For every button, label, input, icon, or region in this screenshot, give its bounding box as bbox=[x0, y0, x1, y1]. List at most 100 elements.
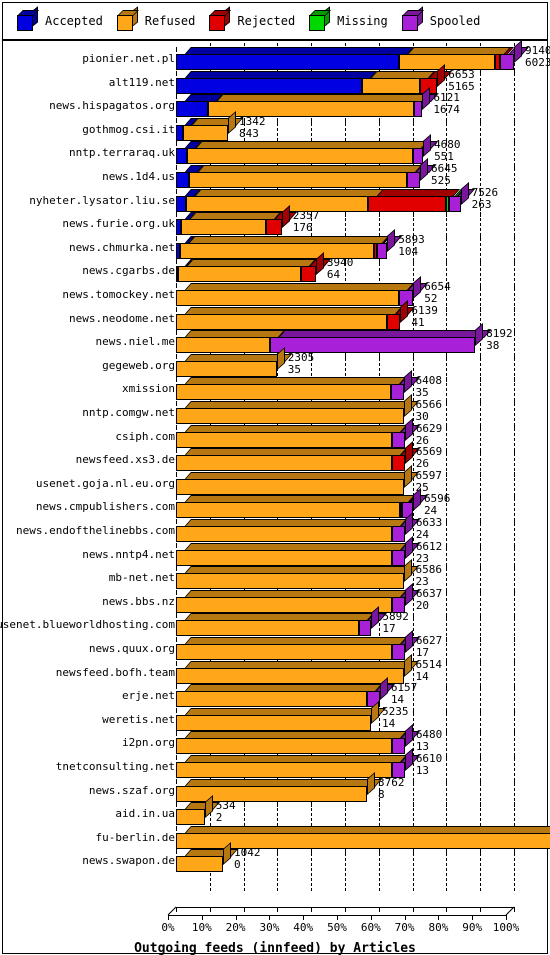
row-tick bbox=[176, 307, 177, 312]
row-tick bbox=[176, 613, 177, 618]
bar-segment bbox=[178, 266, 302, 282]
row-tick bbox=[446, 802, 448, 807]
row-tick bbox=[514, 330, 515, 335]
bar-segment bbox=[176, 573, 405, 589]
row-tick bbox=[176, 802, 177, 807]
row-tick bbox=[514, 94, 515, 99]
bar-value-labels: 6610 13 bbox=[416, 753, 443, 777]
row-tick bbox=[514, 377, 515, 382]
row-tick bbox=[446, 377, 448, 382]
row-tick bbox=[480, 212, 482, 217]
bar-secondary-value: 13 bbox=[415, 764, 430, 777]
row-tick bbox=[480, 236, 482, 241]
bar-segment bbox=[391, 738, 405, 754]
row-tick bbox=[514, 543, 515, 548]
row-tick bbox=[345, 212, 346, 217]
row-tick bbox=[176, 330, 177, 335]
row-tick bbox=[480, 354, 482, 359]
row-tick bbox=[176, 826, 177, 831]
category-label: erje.net bbox=[122, 689, 175, 702]
bar-segment bbox=[398, 54, 496, 70]
bar-end-cap bbox=[514, 40, 522, 63]
bar-value-labels: 6627 17 bbox=[416, 635, 443, 659]
row-tick bbox=[176, 731, 177, 736]
row-tick bbox=[446, 613, 448, 618]
row-tick bbox=[514, 613, 515, 618]
table-row: news.swapon.de 1042 0 bbox=[3, 842, 547, 875]
bar-segment bbox=[176, 738, 392, 754]
row-tick bbox=[480, 613, 482, 618]
category-label: fu-berlin.de bbox=[95, 831, 175, 844]
x-tick bbox=[506, 915, 507, 920]
row-tick bbox=[378, 212, 380, 217]
row-tick bbox=[446, 401, 448, 406]
row-tick bbox=[176, 755, 177, 760]
category-label: nntp.terraraq.uk bbox=[69, 146, 175, 159]
bar-segment bbox=[176, 809, 205, 825]
row-tick bbox=[514, 401, 515, 406]
category-label: news.szaf.org bbox=[88, 784, 175, 797]
row-tick bbox=[480, 94, 482, 99]
row-tick bbox=[514, 472, 515, 477]
row-tick bbox=[446, 779, 448, 784]
row-tick bbox=[176, 377, 177, 382]
row-tick bbox=[480, 731, 482, 736]
rejected-swatch-icon bbox=[209, 6, 232, 31]
category-label: news.cgarbs.de bbox=[82, 264, 175, 277]
row-tick bbox=[480, 637, 482, 642]
row-tick bbox=[446, 849, 448, 854]
row-tick bbox=[514, 661, 515, 666]
bar-value-labels: 6629 26 bbox=[416, 423, 443, 447]
row-tick bbox=[446, 448, 448, 453]
category-label: weretis.net bbox=[102, 713, 175, 726]
x-axis-line-front bbox=[168, 915, 506, 916]
row-tick bbox=[176, 472, 177, 477]
bar-segment bbox=[412, 148, 424, 164]
row-tick bbox=[176, 259, 177, 264]
category-label: i2pn.org bbox=[122, 736, 175, 749]
category-label: alt119.net bbox=[108, 76, 175, 89]
category-label: nntp.comgw.net bbox=[82, 406, 175, 419]
bar-secondary-value: 525 bbox=[431, 174, 451, 187]
row-tick bbox=[412, 118, 414, 123]
bar-segment bbox=[391, 455, 405, 471]
legend-label: Accepted bbox=[45, 14, 103, 28]
row-tick bbox=[412, 779, 414, 784]
row-tick bbox=[446, 755, 448, 760]
row-tick bbox=[514, 802, 515, 807]
bar-segment bbox=[176, 101, 209, 117]
row-tick bbox=[176, 165, 177, 170]
bar-secondary-value: 17 bbox=[382, 622, 396, 635]
bar-value-labels: 6637 20 bbox=[416, 588, 443, 612]
category-label: news.endofthelinebbs.com bbox=[16, 524, 175, 537]
legend-spooled: Spooled bbox=[401, 6, 480, 31]
bar-secondary-value: 6023 bbox=[525, 56, 550, 69]
row-tick bbox=[514, 849, 515, 854]
row-tick bbox=[277, 849, 279, 854]
bar-value-labels: 6121 1674 bbox=[433, 92, 460, 116]
bar-segment bbox=[499, 54, 514, 70]
row-tick bbox=[412, 802, 414, 807]
row-tick bbox=[176, 94, 177, 99]
row-tick bbox=[514, 779, 515, 784]
bar-value-labels: 534 2 bbox=[216, 800, 236, 824]
row-tick bbox=[514, 71, 515, 76]
bar-segment bbox=[176, 526, 392, 542]
row-tick bbox=[176, 779, 177, 784]
legend-rejected: Rejected bbox=[209, 6, 295, 31]
bar-value-labels: 1042 0 bbox=[234, 847, 261, 871]
bar-segment bbox=[176, 148, 187, 164]
plot-area: 0% 10% 20% 30% 40% 50% 60% 70% 80% 90% 100% pionier… bbox=[0, 40, 550, 953]
row-tick bbox=[514, 189, 515, 194]
row-tick bbox=[514, 755, 515, 760]
row-tick bbox=[446, 425, 448, 430]
category-label: news.hispagatos.org bbox=[49, 99, 175, 112]
row-tick bbox=[378, 354, 380, 359]
category-label: news.cmpublishers.com bbox=[35, 500, 175, 513]
spooled-swatch-icon bbox=[401, 6, 424, 31]
bar-segment bbox=[176, 762, 392, 778]
bar-value-labels: 6514 14 bbox=[415, 659, 442, 683]
category-label: news.neodome.net bbox=[69, 312, 175, 325]
category-label: news.bbs.nz bbox=[102, 595, 175, 608]
row-tick bbox=[480, 165, 482, 170]
